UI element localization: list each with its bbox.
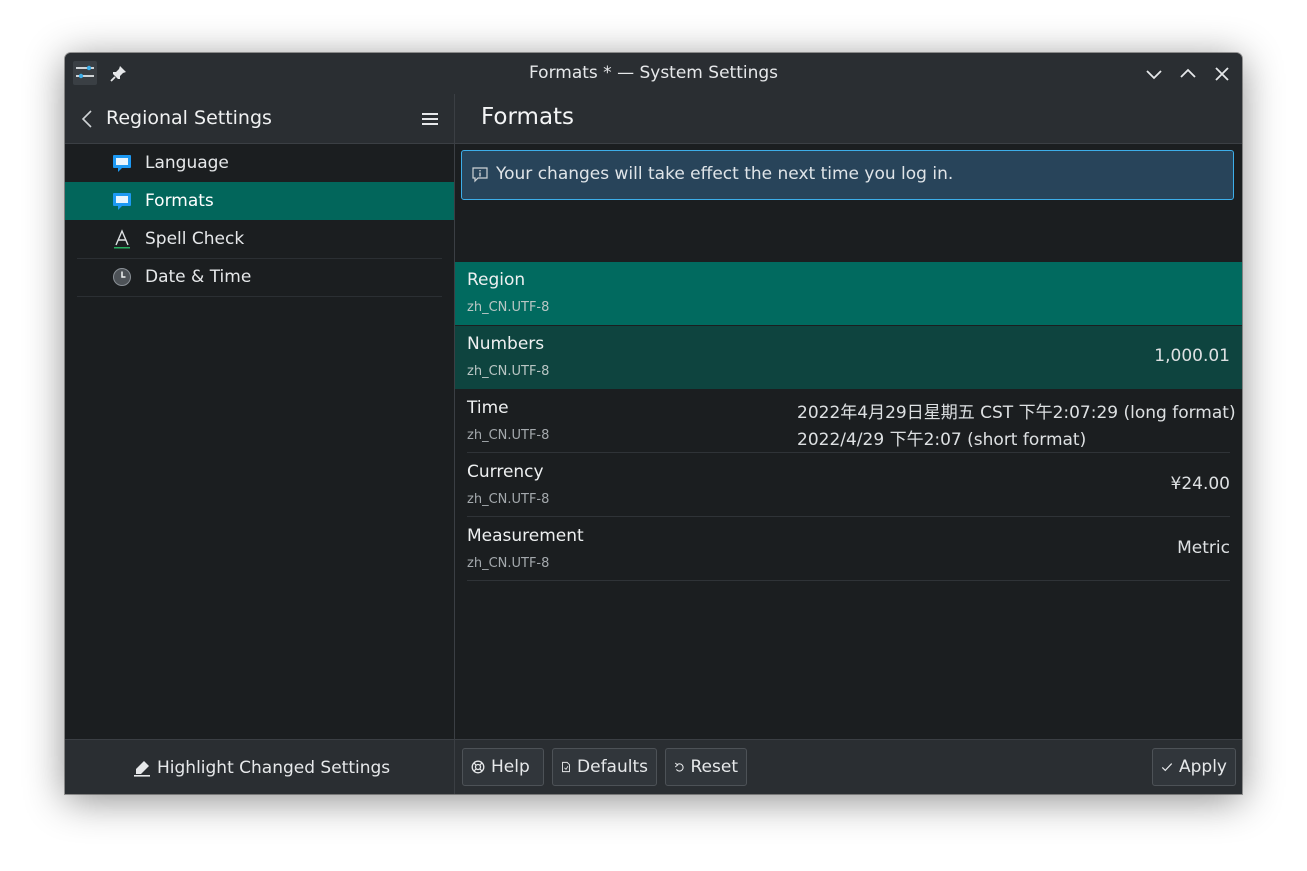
format-row-numbers[interactable]: Numbers zh_CN.UTF-8 1,000.01 bbox=[455, 326, 1242, 389]
reset-button[interactable]: Reset bbox=[665, 748, 747, 786]
checkmark-icon bbox=[1161, 763, 1173, 772]
help-button[interactable]: Help bbox=[462, 748, 544, 786]
spell-check-icon bbox=[114, 229, 130, 249]
info-message-text: Your changes will take effect the next t… bbox=[496, 164, 954, 184]
time-short-format-value: 2022/4/29 下午2:07 (short format) bbox=[797, 430, 1087, 450]
row-title: Currency bbox=[467, 462, 544, 482]
maximize-icon[interactable] bbox=[1178, 64, 1198, 84]
system-settings-window: Formats * — System Settings Regional Set… bbox=[65, 53, 1242, 794]
row-separator bbox=[467, 452, 1230, 453]
info-message-bar: Your changes will take effect the next t… bbox=[461, 150, 1234, 200]
main-panel: Formats Your changes will take effect th… bbox=[455, 94, 1242, 794]
row-value: Metric bbox=[1177, 538, 1230, 558]
apply-label: Apply bbox=[1179, 757, 1227, 777]
sidebar-item-label: Language bbox=[145, 153, 229, 173]
highlighter-icon bbox=[134, 761, 150, 777]
main-footer: Help Defaults Reset Apply bbox=[455, 739, 1242, 794]
format-row-measurement[interactable]: Measurement zh_CN.UTF-8 Metric bbox=[455, 518, 1242, 581]
row-subtitle: zh_CN.UTF-8 bbox=[467, 492, 550, 507]
row-title: Region bbox=[467, 270, 526, 290]
row-value: ¥24.00 bbox=[1170, 474, 1230, 494]
row-subtitle: zh_CN.UTF-8 bbox=[467, 428, 550, 443]
reset-label: Reset bbox=[690, 757, 739, 777]
main-header: Formats bbox=[455, 94, 1242, 144]
sidebar-item-date-time[interactable]: Date & Time bbox=[77, 258, 442, 297]
defaults-label: Defaults bbox=[577, 757, 648, 777]
row-title: Measurement bbox=[467, 526, 584, 546]
hamburger-menu-icon[interactable] bbox=[420, 110, 440, 128]
sidebar-item-label: Formats bbox=[145, 191, 214, 211]
format-row-currency[interactable]: Currency zh_CN.UTF-8 ¥24.00 bbox=[455, 454, 1242, 517]
sidebar-item-label: Spell Check bbox=[145, 229, 245, 249]
close-icon[interactable] bbox=[1212, 64, 1232, 84]
highlight-changed-settings-button[interactable]: Highlight Changed Settings bbox=[133, 756, 390, 780]
row-subtitle: zh_CN.UTF-8 bbox=[467, 300, 550, 315]
page-title: Formats bbox=[481, 104, 575, 130]
row-subtitle: zh_CN.UTF-8 bbox=[467, 364, 550, 379]
back-arrow-icon[interactable] bbox=[79, 109, 95, 129]
sidebar-title: Regional Settings bbox=[106, 107, 272, 129]
chat-bubble-icon bbox=[113, 193, 131, 210]
sidebar-item-spell-check[interactable]: Spell Check bbox=[77, 220, 442, 259]
row-separator bbox=[467, 580, 1230, 581]
help-icon bbox=[471, 760, 485, 774]
sidebar: Regional Settings Language Formats Spell… bbox=[65, 94, 455, 794]
sidebar-header: Regional Settings bbox=[65, 94, 454, 144]
sidebar-item-label: Date & Time bbox=[145, 267, 252, 287]
format-row-region[interactable]: Region zh_CN.UTF-8 bbox=[455, 262, 1242, 325]
minimize-icon[interactable] bbox=[1144, 64, 1164, 84]
sidebar-item-formats[interactable]: Formats bbox=[65, 182, 454, 220]
format-row-time[interactable]: Time zh_CN.UTF-8 2022年4月29日星期五 CST 下午2:0… bbox=[455, 390, 1242, 453]
time-long-format-value: 2022年4月29日星期五 CST 下午2:07:29 (long format… bbox=[797, 403, 1236, 423]
row-title: Time bbox=[467, 398, 509, 418]
row-subtitle: zh_CN.UTF-8 bbox=[467, 556, 550, 571]
row-separator bbox=[467, 516, 1230, 517]
help-label: Help bbox=[491, 757, 530, 777]
sidebar-footer: Highlight Changed Settings bbox=[65, 739, 454, 794]
title-bar[interactable]: Formats * — System Settings bbox=[65, 53, 1242, 94]
apply-button[interactable]: Apply bbox=[1152, 748, 1236, 786]
row-value: 1,000.01 bbox=[1154, 346, 1230, 366]
highlight-changed-settings-label: Highlight Changed Settings bbox=[157, 758, 391, 778]
clock-icon bbox=[113, 268, 131, 286]
chat-bubble-icon bbox=[113, 155, 131, 172]
undo-icon bbox=[674, 762, 684, 772]
sidebar-item-language[interactable]: Language bbox=[77, 144, 442, 183]
window-title: Formats * — System Settings bbox=[529, 63, 778, 83]
defaults-button[interactable]: Defaults bbox=[552, 748, 657, 786]
document-icon bbox=[562, 761, 570, 773]
row-title: Numbers bbox=[467, 334, 545, 354]
info-icon bbox=[472, 167, 488, 183]
